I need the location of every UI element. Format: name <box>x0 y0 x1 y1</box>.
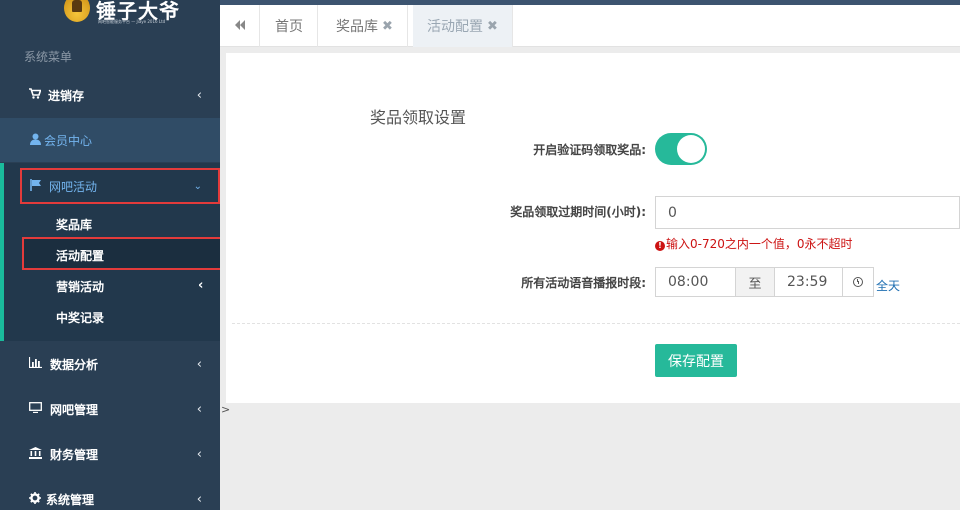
config-panel: 奖品领取设置 开启验证码领取奖品: 奖品领取过期时间(小时): 0 ! 输入0-7… <box>226 53 960 403</box>
start-time-value: 08:00 <box>668 274 709 290</box>
start-time-input[interactable]: 08:00 <box>655 267 736 297</box>
section-title: 奖品领取设置 <box>370 108 467 127</box>
chevron-left-icon: ‹ <box>196 356 202 372</box>
sidebar-item-label: 数据分析 <box>50 357 99 372</box>
sidebar-item-members[interactable]: 会员中心 <box>0 118 220 162</box>
chevron-down-icon: ⌄ <box>193 180 202 192</box>
save-config-button[interactable]: 保存配置 <box>655 344 737 377</box>
expire-time-input[interactable]: 0 <box>655 196 960 229</box>
bar-chart-icon <box>28 357 42 371</box>
tab-bar: 首页 奖品库 ✖ 活动配置 ✖ <box>220 5 960 47</box>
sidebar-item-inventory[interactable]: 进销存 ‹ <box>0 73 220 117</box>
tab-home[interactable]: 首页 <box>261 5 318 47</box>
chevron-left-icon: ‹ <box>196 491 202 507</box>
flag-icon <box>30 178 42 194</box>
sidebar-item-system[interactable]: 系统管理 ‹ <box>0 477 220 510</box>
error-icon: ! <box>655 241 665 251</box>
sidebar-item-label: 网吧管理 <box>50 402 99 417</box>
sidebar-subitem-activity-config[interactable]: 活动配置 <box>56 247 104 264</box>
sidebar-item-analytics[interactable]: 数据分析 ‹ <box>0 342 220 386</box>
sidebar-subitem-label: 营销活动 <box>56 280 105 294</box>
expire-hint-text: 输入0-720之内一个值，0永不超时 <box>666 237 853 251</box>
sidebar-subitem-winning-records[interactable]: 中奖记录 <box>56 309 104 326</box>
sidebar-item-label: 财务管理 <box>50 447 99 462</box>
verify-code-toggle[interactable] <box>655 133 707 165</box>
tab-label: 活动配置 <box>427 19 483 35</box>
sidebar-subitem-highlight <box>22 237 220 270</box>
sidebar-item-label: 系统管理 <box>46 492 95 507</box>
expire-time-value: 0 <box>668 204 677 221</box>
logo[interactable]: 锤子大爷 网吧智能服务平台 — Jiaye 2016 Ltd <box>60 0 190 28</box>
toggle-knob <box>677 135 705 163</box>
sidebar-item-finance[interactable]: 财务管理 ‹ <box>0 432 220 476</box>
sidebar-item-label: 网吧活动 <box>49 179 98 194</box>
menu-title: 系统菜单 <box>24 50 73 64</box>
logo-tagline: 网吧智能服务平台 — Jiaye 2016 Ltd <box>98 19 166 24</box>
sidebar-item-label: 进销存 <box>48 88 85 103</box>
sidebar-item-netcafe[interactable]: 网吧管理 ‹ <box>0 387 220 431</box>
chevron-left-icon: ‹ <box>196 401 202 417</box>
time-range-separator: 至 <box>735 267 775 297</box>
sidebar-item-label: 会员中心 <box>44 133 93 148</box>
logo-icon <box>64 0 90 22</box>
sidebar-item-activities[interactable]: 网吧活动 ⌄ <box>20 168 220 204</box>
sidebar: 锤子大爷 网吧智能服务平台 — Jiaye 2016 Ltd 系统菜单 进销存 … <box>0 0 220 510</box>
tab-label: 奖品库 <box>336 19 378 35</box>
user-icon <box>28 133 42 148</box>
clock-icon <box>853 277 863 287</box>
chevron-right-icon: > <box>221 403 231 416</box>
sidebar-subitem-marketing[interactable]: 营销活动 ‹ <box>56 278 216 295</box>
chevron-left-icon: ‹ <box>196 446 202 462</box>
verify-code-label: 开启验证码领取奖品: <box>533 143 646 157</box>
expire-hint: ! 输入0-720之内一个值，0永不超时 <box>655 235 853 252</box>
form-divider <box>232 323 960 324</box>
end-time-value: 23:59 <box>787 274 828 290</box>
time-picker-button[interactable] <box>842 267 874 297</box>
bank-icon <box>28 446 42 462</box>
sidebar-subitem-prize-library[interactable]: 奖品库 <box>56 216 92 233</box>
voice-period-label: 所有活动语音播报时段: <box>521 276 646 290</box>
cart-icon <box>28 88 42 102</box>
close-icon[interactable]: ✖ <box>487 19 498 34</box>
monitor-icon <box>28 402 42 416</box>
double-chevron-left-icon <box>234 19 246 33</box>
expire-time-label: 奖品领取过期时间(小时): <box>510 205 646 219</box>
tab-activity-config[interactable]: 活动配置 ✖ <box>413 5 513 47</box>
tab-label: 首页 <box>275 19 303 35</box>
end-time-input[interactable]: 23:59 <box>774 267 843 297</box>
gear-icon <box>28 491 42 507</box>
tab-scroll-left-button[interactable] <box>220 5 260 47</box>
tab-prize-library[interactable]: 奖品库 ✖ <box>322 5 408 47</box>
chevron-left-icon: ‹ <box>198 278 204 293</box>
chevron-left-icon: ‹ <box>196 87 202 103</box>
all-day-link[interactable]: 全天 <box>876 277 900 294</box>
close-icon[interactable]: ✖ <box>382 19 393 34</box>
